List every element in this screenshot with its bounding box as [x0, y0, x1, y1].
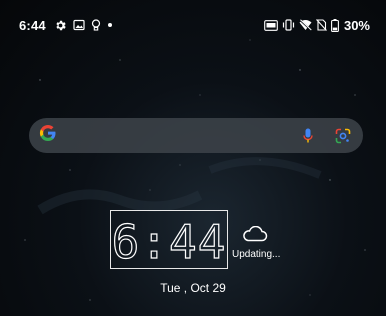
status-bar-left: 6:44 [19, 18, 119, 33]
google-search-bar[interactable] [29, 118, 363, 153]
wifi-off-icon [299, 19, 312, 31]
battery-icon [331, 18, 339, 32]
nfc-icon [264, 19, 278, 31]
status-bar: 6:44 30% [0, 0, 386, 50]
image-icon [73, 19, 85, 31]
gear-icon [54, 19, 67, 32]
google-logo[interactable] [39, 124, 57, 147]
weather-widget[interactable]: Updating... [232, 225, 281, 260]
date-text[interactable]: Tue , Oct 29 [0, 281, 386, 295]
vibrate-icon [282, 19, 295, 31]
weather-status: Updating... [232, 249, 281, 260]
lens-icon[interactable] [335, 128, 351, 144]
battery-percentage: 30% [343, 17, 370, 33]
clock-time: 6:44 [112, 215, 227, 268]
clock-digits: 6:44 [111, 214, 227, 269]
bulb-icon [91, 18, 101, 32]
sim-off-icon [316, 19, 327, 31]
dot-icon [107, 22, 113, 28]
cloud-icon [242, 225, 268, 247]
mic-icon[interactable] [303, 128, 313, 144]
clock-widget[interactable]: 6:44 [110, 210, 228, 270]
status-time: 6:44 [19, 17, 46, 33]
status-bar-right: 30% [264, 18, 370, 33]
